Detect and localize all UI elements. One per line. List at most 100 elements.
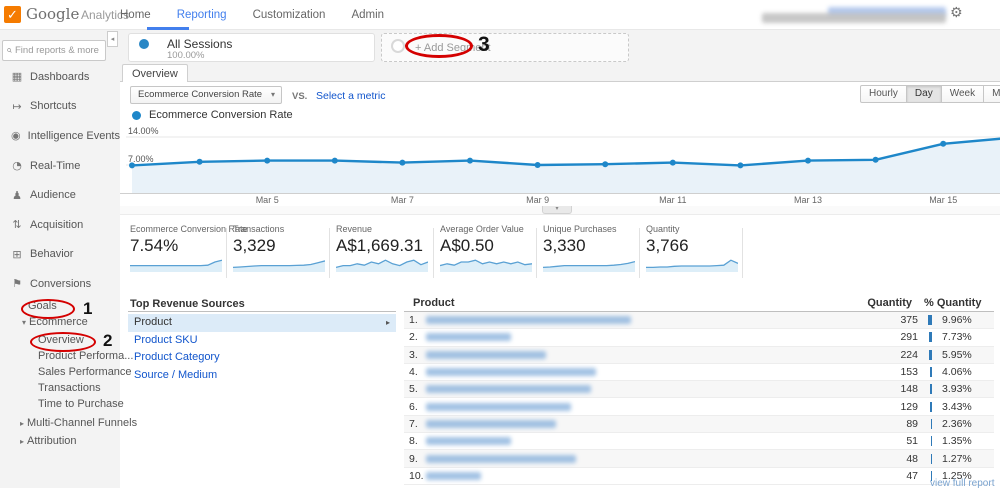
table-row[interactable]: 1.3759.96% [404, 312, 994, 329]
segment-all-sessions[interactable]: All Sessions 100.00% [128, 33, 375, 62]
table-row[interactable]: 5.1483.93% [404, 381, 994, 398]
revenue-source-product[interactable]: Product▸ [128, 314, 396, 332]
analytics-logo-icon: ✓ [4, 6, 21, 23]
sidebar-item-label: Transactions [38, 382, 101, 394]
conversions-icon: ⚑ [7, 277, 27, 290]
product-name-blurred [426, 368, 596, 376]
revenue-source-product-sku[interactable]: Product SKU [128, 332, 396, 350]
account-info-blurred [762, 13, 946, 23]
svg-text:Mar 13: Mar 13 [794, 195, 822, 205]
column-header-quantity[interactable]: Quantity [792, 297, 912, 309]
pct-bar-cell [918, 367, 932, 377]
column-header-product[interactable]: Product [413, 297, 455, 309]
metric-value: 3,330 [543, 236, 643, 256]
revenue-source-product-category[interactable]: Product Category [128, 349, 396, 367]
nav-reporting[interactable]: Reporting [177, 9, 227, 21]
metric-card-revenue[interactable]: RevenueA$1,669.31 [336, 224, 436, 277]
sidebar-item-real-time[interactable]: ◔Real-Time [0, 151, 120, 181]
nav-customization[interactable]: Customization [253, 9, 326, 21]
chevron-right-icon: ▸ [20, 419, 24, 428]
sidebar-item-attribution[interactable]: ▸Attribution [20, 435, 77, 447]
search-icon [7, 46, 12, 55]
sidebar-item-overview[interactable]: Overview [38, 334, 84, 346]
sidebar-item-audience[interactable]: ♟Audience [0, 180, 120, 210]
divider [639, 228, 640, 278]
sidebar-item-conversions[interactable]: ⚑Conversions [0, 269, 120, 299]
pct-bar-cell [918, 350, 932, 360]
table-row[interactable]: 7.892.36% [404, 416, 994, 433]
sidebar-item-sales-performance[interactable]: Sales Performance [38, 366, 132, 378]
table-row[interactable]: 8.511.35% [404, 433, 994, 450]
svg-text:Mar 11: Mar 11 [659, 195, 686, 205]
timeseries-chart[interactable]: 7.00%14.00%Mar 5Mar 7Mar 9Mar 11Mar 13Ma… [120, 122, 1000, 206]
granularity-month-button[interactable]: Month [984, 85, 1000, 103]
pct-quantity-value: 3.43% [932, 401, 994, 413]
sidebar-item-product-performa-[interactable]: Product Performa... [38, 350, 133, 362]
view-full-report-link[interactable]: view full report [930, 478, 994, 488]
granularity-day-button[interactable]: Day [907, 85, 942, 103]
gear-icon[interactable]: ⚙ [950, 5, 963, 21]
table-row[interactable]: 10.471.25% [404, 468, 994, 485]
metric-sparkline [130, 256, 222, 272]
sidebar-item-acquisition[interactable]: ⇅Acquisition [0, 210, 120, 240]
product-name-blurred [426, 316, 631, 324]
annotations-expander[interactable]: ▾ [542, 206, 572, 214]
sidebar-item-transactions[interactable]: Transactions [38, 382, 101, 394]
acquisition-icon: ⇅ [7, 218, 27, 231]
sidebar-item-multi-channel-funnels[interactable]: ▸Multi-Channel Funnels [20, 417, 137, 429]
row-rank: 7. [404, 418, 426, 430]
table-row[interactable]: 9.481.27% [404, 450, 994, 467]
table-row[interactable]: 4.1534.06% [404, 364, 994, 381]
select-a-metric-link[interactable]: Select a metric [316, 90, 385, 102]
sidebar-item-label: Shortcuts [30, 100, 76, 112]
metric-selector-dropdown[interactable]: Ecommerce Conversion Rate ▾ [130, 86, 282, 104]
search-input[interactable] [15, 45, 101, 56]
search-box[interactable] [2, 40, 106, 61]
revenue-source-label: Product [134, 316, 172, 328]
product-name-blurred [426, 385, 591, 393]
granularity-hourly-button[interactable]: Hourly [860, 85, 907, 103]
tab-overview[interactable]: Overview [122, 64, 188, 82]
product-table: 1.3759.96%2.2917.73%3.2245.95%4.1534.06%… [404, 312, 994, 485]
product-table-header: Product Quantity % Quantity [404, 297, 994, 311]
granularity-week-button[interactable]: Week [942, 85, 984, 103]
metric-card-unique-purchases[interactable]: Unique Purchases3,330 [543, 224, 643, 277]
revenue-source-label: Product Category [134, 351, 220, 363]
nav-home[interactable]: Home [120, 9, 151, 21]
table-row[interactable]: 3.2245.95% [404, 347, 994, 364]
metric-card-quantity[interactable]: Quantity3,766 [646, 224, 746, 277]
column-header-pct-quantity[interactable]: % Quantity [924, 297, 981, 309]
sidebar-item-dashboards[interactable]: ▦Dashboards [0, 62, 120, 92]
sidebar-collapse-button[interactable]: ◂ [107, 31, 118, 47]
metric-card-average-order-value[interactable]: Average Order ValueA$0.50 [440, 224, 540, 277]
metric-label: Quantity [646, 224, 746, 234]
legend-dot-icon [132, 111, 141, 120]
sidebar-item-time-to-purchase[interactable]: Time to Purchase [38, 398, 124, 410]
metric-card-ecommerce-conversion-rate[interactable]: Ecommerce Conversion Rate7.54% [130, 224, 230, 277]
pct-quantity-value: 1.35% [932, 435, 994, 447]
table-row[interactable]: 6.1293.43% [404, 398, 994, 415]
sidebar-item-label: Product Performa... [38, 350, 133, 362]
segment-percentage: 100.00% [167, 50, 205, 61]
sidebar-item-goals[interactable]: Goals [28, 300, 57, 312]
quantity-value: 291 [848, 331, 918, 343]
revenue-source-source-medium[interactable]: Source / Medium [128, 367, 396, 385]
sidebar-item-ecommerce[interactable]: ▾Ecommerce [22, 316, 88, 328]
sidebar-item-shortcuts[interactable]: ↦Shortcuts [0, 92, 120, 122]
chevron-right-icon: ▸ [20, 437, 24, 446]
svg-text:Mar 9: Mar 9 [526, 195, 549, 205]
svg-text:Mar 7: Mar 7 [391, 195, 414, 205]
metric-card-transactions[interactable]: Transactions3,329 [233, 224, 333, 277]
chevron-down-icon: ▾ [271, 87, 275, 103]
add-segment-button[interactable]: + Add Segment [381, 33, 629, 62]
top-header: ✓ Google Analytics HomeReportingCustomiz… [0, 0, 1000, 30]
sidebar-item-intelligence-events[interactable]: ◉Intelligence Events [0, 121, 120, 151]
segment-donut-icon [139, 39, 149, 49]
metric-sparkline [646, 256, 738, 272]
nav-admin[interactable]: Admin [351, 9, 384, 21]
metric-value: A$1,669.31 [336, 236, 436, 256]
metric-label: Transactions [233, 224, 333, 234]
sidebar-item-behavior[interactable]: ⊞Behavior [0, 240, 120, 270]
table-row[interactable]: 2.2917.73% [404, 329, 994, 346]
sidebar-item-label: Goals [28, 300, 57, 312]
